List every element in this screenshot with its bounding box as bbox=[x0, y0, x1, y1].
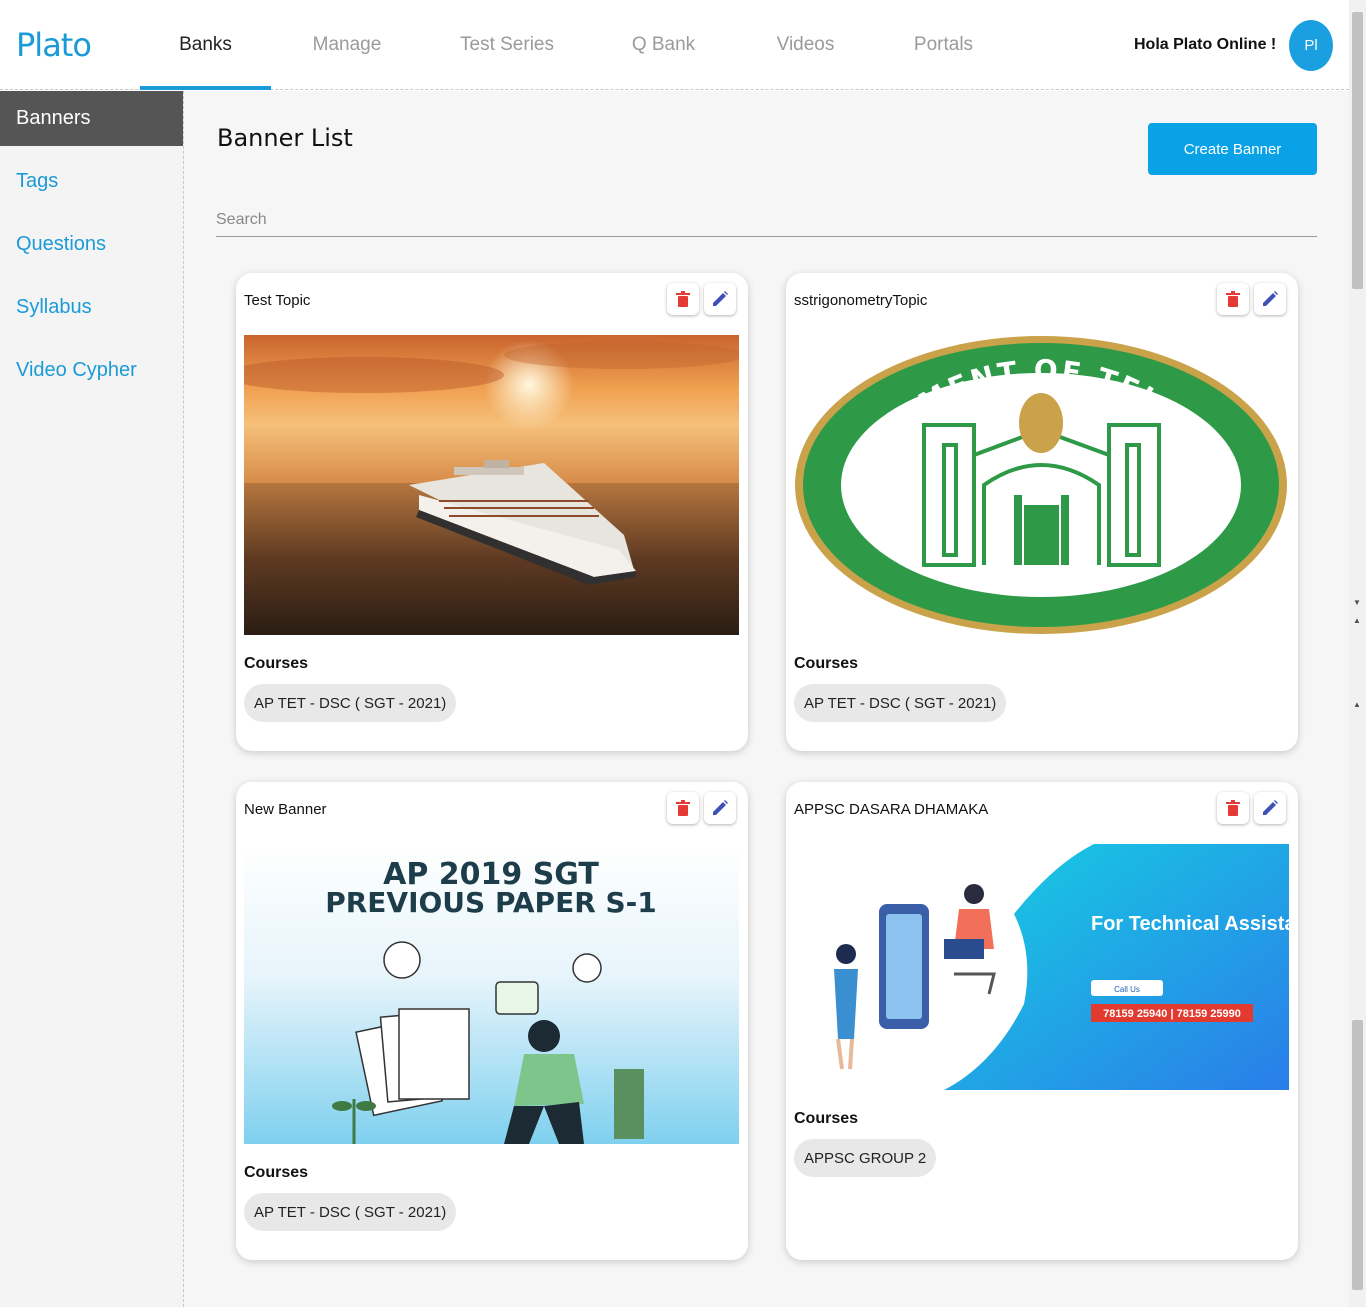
banner-title: Test Topic bbox=[244, 292, 311, 309]
banner-card: Test Topic Courses AP TET - DSC (SGT - … bbox=[236, 273, 748, 751]
scroll-thumb[interactable] bbox=[1352, 12, 1363, 289]
tab-manage[interactable]: Manage bbox=[271, 0, 423, 90]
banner-image-sgt-paper: AP 2019 SGT PREVIOUS PAPER S-1 bbox=[244, 844, 739, 1144]
courses-label: Courses bbox=[794, 655, 859, 672]
scroll-up-icon[interactable]: ▲ bbox=[1353, 700, 1361, 709]
pencil-icon bbox=[713, 291, 728, 306]
sidebar: Banners Tags Questions Syllabus Video Cy… bbox=[0, 91, 184, 1307]
tab-test-series[interactable]: Test Series bbox=[423, 0, 591, 90]
delete-button[interactable] bbox=[667, 283, 699, 315]
edit-button[interactable] bbox=[1254, 792, 1286, 824]
scroll-thumb[interactable] bbox=[1352, 1020, 1363, 1290]
sidebar-item-tags[interactable]: Tags bbox=[0, 150, 183, 213]
scroll-up-icon[interactable]: ▲ bbox=[1353, 616, 1361, 625]
create-banner-button[interactable]: Create Banner bbox=[1148, 123, 1317, 175]
tab-q-bank[interactable]: Q Bank bbox=[591, 0, 736, 90]
scroll-down-icon[interactable]: ▼ bbox=[1353, 598, 1361, 607]
trash-icon bbox=[1226, 291, 1240, 307]
edit-button[interactable] bbox=[704, 792, 736, 824]
courses-label: Courses bbox=[244, 655, 309, 672]
user-greeting: Hola Plato Online ! bbox=[1134, 36, 1277, 53]
pencil-icon bbox=[1263, 800, 1278, 815]
page-scrollbar[interactable]: ▼ ▲ ▲ bbox=[1349, 0, 1366, 1307]
banner-title: APPSC DASARA DHAMAKA bbox=[794, 801, 989, 818]
banner-image-telangana-seal: GOVERNMENT OF TELANGANA bbox=[794, 335, 1289, 635]
courses-label: Courses bbox=[794, 1110, 859, 1127]
page-title: Banner List bbox=[217, 124, 353, 152]
banner-image-technical-assistance: For Technical Assistance Call Us 78159 2… bbox=[794, 844, 1289, 1090]
delete-button[interactable] bbox=[667, 792, 699, 824]
banner-headline: For Technical Assistance bbox=[1091, 913, 1289, 935]
delete-button[interactable] bbox=[1217, 792, 1249, 824]
sidebar-item-video-cypher[interactable]: Video Cypher bbox=[0, 339, 183, 402]
banner-card: APPSC DASARA DHAMAKA For Technical Assis… bbox=[786, 782, 1298, 1260]
course-chip: AP TET - DSC ( SGT - 2021) bbox=[244, 684, 457, 722]
delete-button[interactable] bbox=[1217, 283, 1249, 315]
main-nav: Banks Manage Test Series Q Bank Videos P… bbox=[140, 0, 1012, 90]
banner-card: sstrigonometryTopic GOVERNMENT OF TELANG… bbox=[786, 273, 1298, 751]
phone-numbers: 78159 25940 | 78159 25990 bbox=[1103, 1008, 1241, 1020]
trash-icon bbox=[1226, 800, 1240, 816]
banner-title: sstrigonometryTopic bbox=[794, 292, 928, 309]
edit-button[interactable] bbox=[704, 283, 736, 315]
call-us-label: Call Us bbox=[1114, 985, 1140, 994]
search-input[interactable] bbox=[216, 203, 1317, 237]
course-chip: APPSC GROUP 2 bbox=[794, 1139, 937, 1177]
banner-headline-2: PREVIOUS PAPER S-1 bbox=[325, 886, 657, 919]
top-bar: Plato Banks Manage Test Series Q Bank Vi… bbox=[0, 0, 1349, 90]
tab-portals[interactable]: Portals bbox=[875, 0, 1012, 90]
course-chip: AP TET - DSC ( SGT - 2021) bbox=[244, 1193, 457, 1231]
course-chip: AP TET - DSC ( SGT - 2021) bbox=[794, 684, 1007, 722]
sidebar-item-questions[interactable]: Questions bbox=[0, 213, 183, 276]
courses-label: Courses bbox=[244, 1164, 309, 1181]
sidebar-item-banners[interactable]: Banners bbox=[0, 91, 183, 146]
pencil-icon bbox=[713, 800, 728, 815]
banner-card: New Banner AP 2019 SGT PREVIOUS PAPER S-… bbox=[236, 782, 748, 1260]
trash-icon bbox=[676, 291, 690, 307]
trash-icon bbox=[676, 800, 690, 816]
sidebar-item-syllabus[interactable]: Syllabus bbox=[0, 276, 183, 339]
pencil-icon bbox=[1263, 291, 1278, 306]
tab-banks[interactable]: Banks bbox=[140, 0, 271, 90]
banner-title: New Banner bbox=[244, 801, 327, 818]
avatar[interactable]: Pl bbox=[1289, 20, 1333, 71]
tab-videos[interactable]: Videos bbox=[736, 0, 875, 90]
banner-image-cruise-ship bbox=[244, 335, 739, 635]
edit-button[interactable] bbox=[1254, 283, 1286, 315]
app-logo[interactable]: Plato bbox=[16, 26, 92, 64]
main-content: Banner List Create Banner Test Topic bbox=[184, 91, 1349, 1307]
